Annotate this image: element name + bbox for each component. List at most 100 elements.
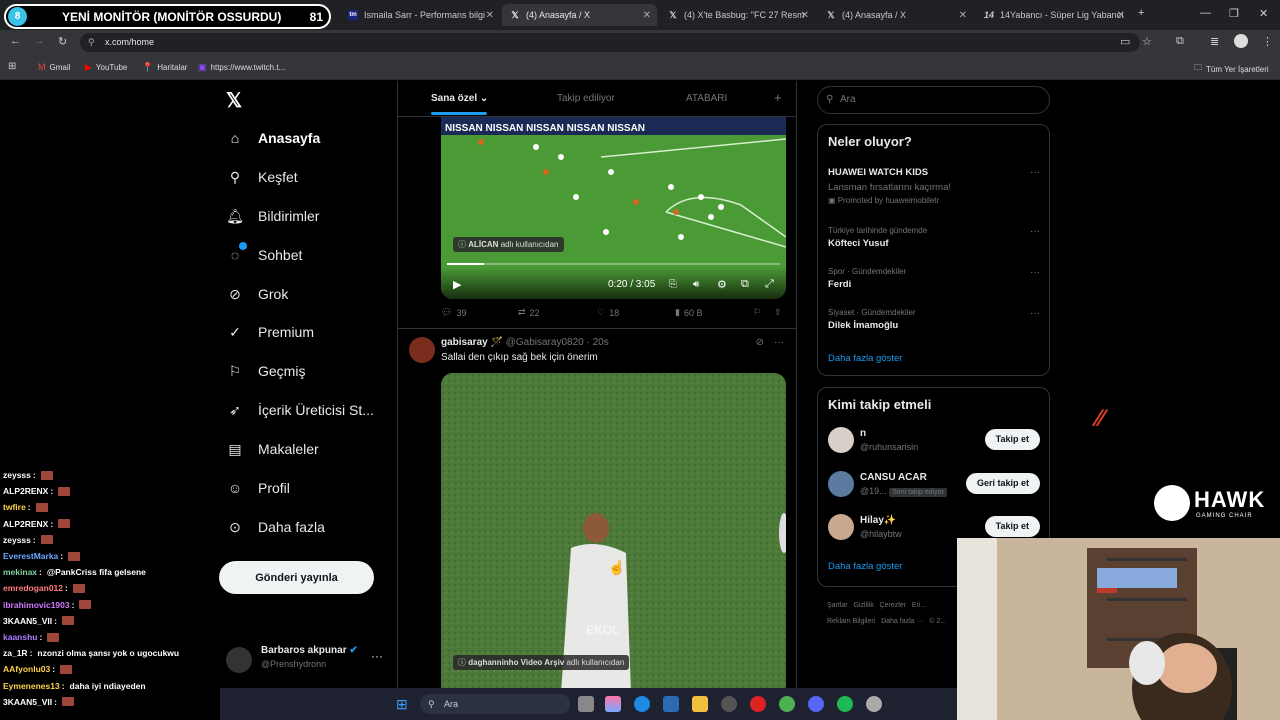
nav-messages[interactable]: ◌ Sohbet [226, 242, 302, 265]
browser-tab[interactable]: 𝕏 (4) Anasayfa / X ✕ [818, 4, 973, 26]
volume-icon[interactable]: 🔊︎ [693, 279, 699, 290]
bookmark-youtube[interactable]: ▶ YouTube [85, 62, 127, 73]
add-tab-icon[interactable]: + [774, 90, 782, 105]
nav-notifications[interactable]: 🔔︎ Bildirimler [226, 206, 319, 226]
maximize-icon[interactable]: ❐ [1229, 7, 1239, 20]
follow-suggestion[interactable]: CANSU ACAR @19... Seni takip ediyor Geri… [828, 470, 1040, 500]
browser-tab[interactable]: 𝕏 (4) X'te Basbug: "FC 27 Resm ✕ [660, 4, 815, 26]
play-icon[interactable]: ▶ [453, 278, 461, 291]
post-button[interactable]: Gönderi yayınla [219, 561, 374, 594]
window-close-icon[interactable]: ✕ [1259, 7, 1268, 20]
account-switcher[interactable]: Barbaros akpunar ✔ @Prenshydronn ··· [226, 645, 391, 675]
bookmark-gmail[interactable]: M Gmail [38, 62, 70, 72]
chrome-icon[interactable] [779, 696, 795, 712]
nav-home[interactable]: ⌂ Anasayfa [226, 128, 321, 148]
like-button[interactable]: ♡ 18 [597, 307, 619, 318]
reload-icon[interactable]: ↻ [58, 35, 67, 48]
close-icon[interactable]: ✕ [959, 10, 967, 21]
site-info-icon[interactable]: ⚲ [88, 33, 95, 52]
task-view-icon[interactable] [578, 696, 594, 712]
fullscreen-icon[interactable]: ⤢ [765, 278, 774, 291]
nav-explore[interactable]: ⚲ Keşfet [226, 167, 298, 187]
forward-icon[interactable]: → [34, 35, 45, 47]
more-icon[interactable]: ··· [371, 649, 383, 663]
extensions-icon[interactable]: ⧉ [1176, 35, 1184, 48]
profile-avatar[interactable] [1234, 34, 1248, 48]
browser-tab[interactable]: 14 14Yabancı - Süper Lig Yabancı ✕ [976, 4, 1131, 26]
nav-bookmarks[interactable]: ⚐ Geçmiş [226, 361, 306, 381]
video-player[interactable]: NISSAN NISSAN NISSAN NISSAN NISSAN ⓘ ALİ… [441, 117, 786, 299]
minimize-icon[interactable]: — [1200, 7, 1211, 19]
trend-item[interactable]: HUAWEI WATCH KIDS Lansman fırsatlarını k… [828, 167, 1040, 205]
footer-link[interactable]: Daha fazla ··· [881, 618, 923, 625]
author-handle[interactable]: @Gabisaray0820 [506, 337, 584, 348]
trend-item[interactable]: Siyaset · Gündemdekiler Dilek İmamoğlu ·… [828, 308, 1040, 331]
nav-profile[interactable]: ☺ Profil [226, 478, 290, 498]
footer-link[interactable]: Eri... [912, 602, 926, 609]
edge-icon[interactable] [634, 696, 650, 712]
star-icon[interactable]: ☆ [1142, 35, 1152, 48]
share-button[interactable]: ⇧ [774, 307, 782, 318]
app-icon[interactable] [866, 696, 882, 712]
outlook-icon[interactable] [663, 696, 679, 712]
close-icon[interactable]: ✕ [486, 10, 494, 21]
nav-premium[interactable]: ✓ Premium [226, 322, 314, 342]
follow-button[interactable]: Takip et [984, 429, 1040, 450]
footer-link[interactable]: Gizlilik [853, 602, 873, 609]
follow-suggestion[interactable]: n @ruhunsarisin Takip et [828, 426, 1040, 456]
all-bookmarks[interactable]: 🗀 Tüm Yer İşaretleri [1194, 62, 1269, 76]
grok-icon[interactable]: ⊘ [756, 337, 764, 348]
author-name[interactable]: gabisaray [441, 337, 488, 348]
pip-icon[interactable]: ⧉ [741, 278, 749, 291]
more-icon[interactable]: ··· [1030, 308, 1040, 319]
xbox-icon[interactable] [721, 696, 737, 712]
footer-link[interactable]: Şartlar [827, 602, 848, 609]
nav-grok[interactable]: ⊘ Grok [226, 284, 288, 304]
browser-tab-active[interactable]: 𝕏 (4) Anasayfa / X ✕ [502, 4, 657, 26]
menu-icon[interactable]: ⋮ [1262, 35, 1273, 48]
nav-more[interactable]: ⊙ Daha fazla [226, 517, 325, 537]
more-icon[interactable]: ··· [1030, 267, 1040, 278]
copilot-icon[interactable] [605, 696, 621, 712]
avatar[interactable] [409, 337, 435, 363]
discord-icon[interactable] [808, 696, 824, 712]
apps-icon[interactable]: ⊞ [8, 61, 16, 72]
settings-icon[interactable]: ⚙ [717, 278, 727, 291]
retweet-button[interactable]: ⇄ 22 [518, 307, 540, 318]
spotify-icon[interactable] [837, 696, 853, 712]
video-progress-track[interactable] [447, 263, 780, 265]
show-more-link[interactable]: Daha fazla göster [828, 353, 902, 364]
bookmark-maps[interactable]: 📍 Haritalar [142, 62, 187, 73]
explorer-icon[interactable] [692, 696, 708, 712]
trend-item[interactable]: Türkiye tarihinde gündemde Köfteci Yusuf… [828, 226, 1040, 249]
nav-creator-studio[interactable]: ➶ İçerik Üreticisi St... [226, 400, 374, 420]
search-input[interactable]: ⚲ Ara [817, 86, 1050, 114]
reply-button[interactable]: 💬︎ 39 [441, 307, 466, 318]
close-icon[interactable]: ✕ [1117, 10, 1125, 21]
footer-link[interactable]: Reklam Bilgileri [827, 618, 875, 625]
follow-button[interactable]: Takip et [984, 516, 1040, 537]
opera-icon[interactable] [750, 696, 766, 712]
nav-articles[interactable]: ▤ Makaleler [226, 439, 318, 459]
tab-following[interactable]: Takip ediliyor [557, 93, 615, 104]
media-icon[interactable]: ≣ [1210, 35, 1219, 48]
close-icon[interactable]: ✕ [801, 10, 809, 21]
video-player[interactable]: EKOL ⓘ daghanninho Video Arşiv adlı kull… [441, 373, 786, 720]
show-more-link[interactable]: Daha fazla göster [828, 561, 902, 572]
tab-atabari[interactable]: ATABARI [686, 93, 727, 104]
back-icon[interactable]: ← [10, 35, 21, 47]
bookmark-twitch[interactable]: ▣ https://www.twitch.t... [198, 62, 285, 73]
windows-start-icon[interactable]: ⊞ [396, 696, 408, 713]
bookmark-button[interactable]: ⚐ [753, 307, 761, 318]
more-icon[interactable]: ··· [1030, 226, 1040, 237]
cast-icon[interactable]: ▭ [1120, 35, 1130, 48]
x-logo-icon[interactable]: 𝕏 [226, 88, 242, 113]
views-button[interactable]: ▮ 60 B [675, 307, 702, 318]
tab-for-you[interactable]: Sana özel ⌄ [431, 93, 488, 104]
captions-icon[interactable]: ⎘ [669, 279, 677, 290]
footer-link[interactable]: Çerezler [880, 602, 906, 609]
browser-tab[interactable]: tm Ismaila Sarr - Performans bilgi ✕ [340, 4, 500, 26]
url-input[interactable]: ⚲ x.com/home [80, 33, 1140, 52]
taskbar-search[interactable]: ⚲ Ara [420, 694, 570, 714]
follow-back-button[interactable]: Geri takip et [965, 473, 1040, 494]
